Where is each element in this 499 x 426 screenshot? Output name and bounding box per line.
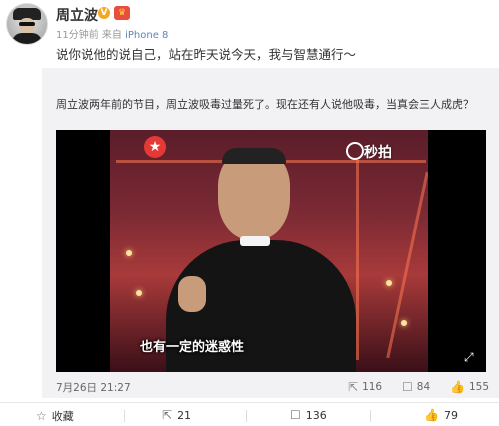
quoted-repost[interactable]: ⇱ 116 <box>348 380 382 394</box>
avatar[interactable] <box>6 3 48 45</box>
repost-count: 21 <box>177 408 192 422</box>
share-icon: ⇱ <box>162 408 173 422</box>
action-bar: ☆ 收藏 ⇱ 21 ☐ 136 👍 79 <box>0 406 499 426</box>
quoted-date[interactable]: 7月26日 21:27 <box>56 380 131 395</box>
favorite-button[interactable]: ☆ 收藏 <box>36 408 74 424</box>
quoted-comment-count: 84 <box>416 381 431 393</box>
performer-hand <box>178 276 206 312</box>
comment-icon: ☐ <box>402 380 413 394</box>
tv-logo-icon: ★ <box>144 136 166 158</box>
expand-icon[interactable]: ⤢ <box>464 350 478 364</box>
bowtie <box>240 236 270 246</box>
video-subtitle: 也有一定的迷惑性 <box>140 340 245 355</box>
username[interactable]: 周立波 <box>56 5 98 25</box>
video-watermark: 秒拍 <box>364 145 392 161</box>
repost-button[interactable]: ⇱ 21 <box>162 408 191 422</box>
quoted-like[interactable]: 👍 155 <box>450 380 489 394</box>
divider <box>0 402 499 403</box>
source-device[interactable]: iPhone 8 <box>125 30 168 41</box>
post-text: 说你说他的说自己，站在昨天说今天，我与智慧通行～ <box>56 47 357 62</box>
comment-count: 136 <box>305 408 327 422</box>
like-button[interactable]: 👍 79 <box>424 408 458 422</box>
quoted-like-count: 155 <box>468 381 489 393</box>
like-count: 79 <box>443 408 458 422</box>
miaopai-logo-icon <box>346 142 364 160</box>
verified-badge-icon: V <box>98 7 110 19</box>
thumbs-up-icon: 👍 <box>450 380 465 394</box>
favorite-label: 收藏 <box>51 410 74 423</box>
quoted-text: 周立波两年前的节目，周立波吸毒过量死了。现在还有人说他吸毒，当真会三人成虎？ <box>56 98 474 111</box>
star-icon: ☆ <box>36 409 47 423</box>
video-player[interactable]: ★ 秒拍 也有一定的迷惑性 ⤢ <box>56 130 486 372</box>
share-icon: ⇱ <box>348 380 359 394</box>
member-badge-icon: ♛ <box>114 6 130 20</box>
thumbs-up-icon: 👍 <box>424 408 439 422</box>
comment-button[interactable]: ☐ 136 <box>290 408 327 422</box>
post-meta: 11分钟前 来自 iPhone 8 <box>56 26 168 41</box>
post-time[interactable]: 11分钟前 <box>56 30 99 41</box>
quoted-repost-count: 116 <box>362 381 383 393</box>
comment-icon: ☐ <box>290 408 301 422</box>
source-prefix: 来自 <box>101 30 122 41</box>
post-header: 周立波 V ♛ 11分钟前 来自 iPhone 8 说你说他的说自己，站在昨天说… <box>0 0 499 64</box>
quoted-comment[interactable]: ☐ 84 <box>402 380 430 394</box>
quoted-stats: 7月26日 21:27 ⇱ 116 ☐ 84 👍 155 <box>56 380 490 396</box>
